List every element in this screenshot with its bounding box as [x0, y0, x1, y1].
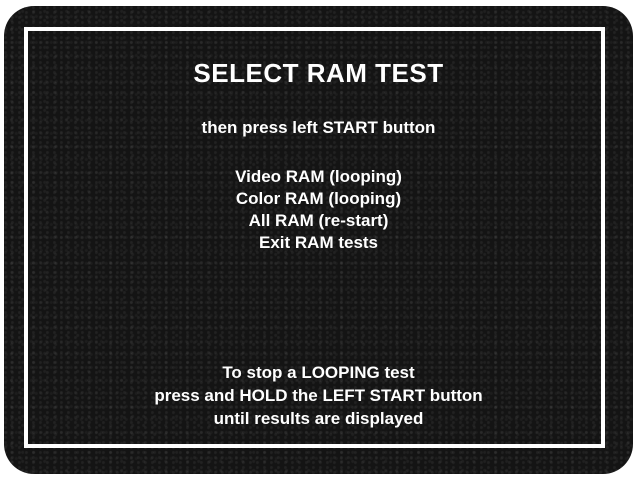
note-line-2: press and HOLD the LEFT START button — [154, 386, 483, 405]
menu-item-all-ram[interactable]: All RAM (re-start) — [0, 211, 637, 231]
menu-item-color-ram[interactable]: Color RAM (looping) — [0, 189, 637, 209]
instruction-text: then press left START button — [201, 118, 436, 137]
note-line-3: until results are displayed — [213, 409, 424, 428]
note-line-1: To stop a LOOPING test — [222, 363, 415, 382]
screen-title: SELECT RAM TEST — [193, 58, 444, 88]
menu-item-exit-ram-tests[interactable]: Exit RAM tests — [0, 233, 637, 253]
menu-item-video-ram[interactable]: Video RAM (looping) — [0, 167, 637, 187]
